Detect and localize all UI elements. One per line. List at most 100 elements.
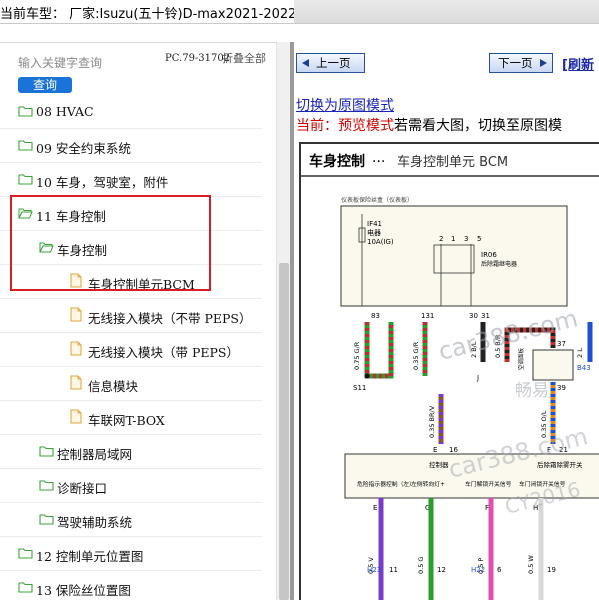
prev-page-button[interactable]: 上一页: [296, 53, 365, 73]
tree-item[interactable]: 无线接入模块（带 PEPS）: [0, 333, 262, 367]
pin-11: 11: [389, 566, 398, 574]
pin-131: 131: [421, 312, 434, 320]
sidebar: 查询 PC.79-31702 折叠全部 08 HVAC 09 安全约束系统 10 车…: [0, 42, 290, 600]
conn-b43: B43: [577, 364, 591, 372]
next-page-button[interactable]: 下一页: [489, 53, 553, 73]
tree-item[interactable]: 12 控制单元位置图: [0, 537, 262, 571]
page-icon: [70, 307, 82, 322]
arrow-left-icon: [302, 59, 309, 67]
tree-item-label: 09 安全约束系统: [36, 141, 131, 156]
pin-f-lower: F: [485, 504, 489, 512]
relay-pin-5: 5: [477, 235, 481, 243]
wire-label-6: 0.35 BR/V: [428, 405, 436, 438]
fuse-box-label: 仪表板保险丝盒（仪表板）: [341, 196, 413, 204]
window-title-bar: 当前车型： 厂家:Isuzu(五十铃)D-max2021-2022: [0, 0, 599, 24]
pin-30: 30: [469, 312, 478, 320]
conn-h23: H23: [367, 566, 381, 574]
tree-item[interactable]: 驾驶辅助系统: [0, 503, 262, 537]
search-button[interactable]: 查询: [18, 77, 72, 93]
folder-icon: [18, 174, 33, 185]
wire-label-5: 2 L: [576, 348, 584, 358]
tree-item[interactable]: 诊断接口: [0, 469, 262, 503]
tree-item[interactable]: 控制器局域网: [0, 435, 262, 469]
tree-item-label: 车联网T-BOX: [88, 413, 165, 428]
conn-h22: H22: [471, 566, 485, 574]
letter-e: E: [433, 446, 437, 454]
relay-pin-2: 2: [439, 235, 443, 243]
sig-1: 危险指示器控制（左）: [357, 480, 415, 488]
pin-31: 31: [481, 312, 490, 320]
arrow-right-icon: [540, 59, 547, 67]
tree-item-label: 12 控制单元位置图: [36, 549, 144, 564]
tree-item-label: 诊断接口: [57, 481, 108, 496]
scrollbar-thumb[interactable]: [279, 263, 289, 600]
tree-item-label: 驾驶辅助系统: [57, 515, 133, 530]
tree-item-label: 08 HVAC: [36, 104, 94, 119]
collapse-all-link[interactable]: 折叠全部: [222, 53, 266, 65]
b43-box: [532, 349, 574, 381]
tree-item[interactable]: 信息模块: [0, 367, 262, 401]
splice-s11: S11: [353, 384, 366, 392]
prev-page-label: 上一页: [316, 56, 351, 70]
tree-item[interactable]: 09 安全约束系统: [0, 129, 262, 163]
status-prefix: 当前：: [296, 118, 338, 134]
search-input[interactable]: [8, 52, 158, 74]
folder-icon: [39, 446, 54, 457]
wire-label-2: 0.35 G/R: [412, 341, 420, 370]
doc-code: PC.79-31702: [165, 53, 231, 64]
page-icon: [70, 341, 82, 356]
wire-green-red-stripe: [364, 322, 394, 379]
tree-item-label: 信息模块: [88, 379, 139, 394]
diagram-title-sub: 车身控制单元 BCM: [397, 154, 508, 170]
fuse-type: 电器: [367, 228, 381, 237]
pin-e-lower: E: [373, 504, 377, 512]
tree-item[interactable]: 车联网T-BOX: [0, 401, 262, 435]
b43-name: 空调面板: [517, 347, 525, 370]
splice-dot: [364, 373, 370, 379]
wiring-diagram: 车身控制 ··· 车身控制单元 BCM 仪表板保险丝盒（仪表板） IF41 电器…: [299, 142, 599, 600]
diagram-title-dots: ···: [372, 154, 385, 170]
diagram-title-main: 车身控制: [309, 153, 365, 170]
folder-icon: [18, 140, 33, 151]
pin-39: 39: [557, 384, 566, 392]
page-icon: [70, 409, 82, 424]
fuse-rating: 10A(IG): [367, 238, 394, 246]
splice-j: J: [476, 374, 479, 382]
relay-name: 后除霜继电器: [481, 260, 517, 268]
status-mode: 预览模式: [338, 118, 394, 134]
relay-pin-3: 3: [464, 235, 468, 243]
bcm-right-label: 后除霜除雾开关: [537, 460, 583, 469]
title-bar-right: [294, 0, 599, 23]
folder-icon: [18, 106, 33, 117]
sidebar-scrollbar[interactable]: [276, 42, 290, 600]
switch-original-mode-link[interactable]: 切换为原图模式: [296, 95, 394, 115]
window-title: 当前车型： 厂家:Isuzu(五十铃)D-max2021-2022: [0, 7, 297, 22]
tree-item[interactable]: 10 车身，驾驶室，附件: [0, 163, 262, 197]
tree-item[interactable]: 08 HVAC: [0, 95, 262, 129]
tree-item[interactable]: 13 保险丝位置图: [0, 571, 262, 600]
tree-item-label: 控制器局域网: [57, 447, 133, 462]
tree-item-label: 无线接入模块（不带 PEPS）: [88, 311, 252, 326]
folder-icon: [39, 480, 54, 491]
pin-12: 12: [437, 566, 446, 574]
tree-item-label: 13 保险丝位置图: [36, 583, 131, 598]
folder-icon: [18, 548, 33, 559]
watermark-2: 畅易: [515, 381, 549, 401]
wire-label-11: 0.5 W: [527, 555, 535, 574]
folder-icon: [18, 582, 33, 593]
sig-3: 车门解锁开关信号: [465, 480, 512, 488]
tree-item[interactable]: 无线接入模块（不带 PEPS）: [0, 299, 262, 333]
page-icon: [70, 375, 82, 390]
sig-2: 左侧转向灯+: [411, 480, 445, 488]
status-suffix: 若需看大图，切换至原图模: [394, 118, 562, 134]
fuse-id: IF41: [367, 220, 382, 228]
wire-label-1: 0.75 G/R: [353, 341, 361, 370]
pin-37: 37: [557, 340, 566, 348]
pin-83: 83: [371, 312, 380, 320]
refresh-link[interactable]: [刷新: [562, 54, 594, 73]
highlight-box: [10, 195, 211, 291]
relay-id: IR06: [481, 251, 497, 259]
wiring-diagram-svg: 车身控制 ··· 车身控制单元 BCM 仪表板保险丝盒（仪表板） IF41 电器…: [301, 153, 599, 600]
next-page-label: 下一页: [498, 56, 533, 70]
relay-pin-1: 1: [451, 235, 455, 243]
